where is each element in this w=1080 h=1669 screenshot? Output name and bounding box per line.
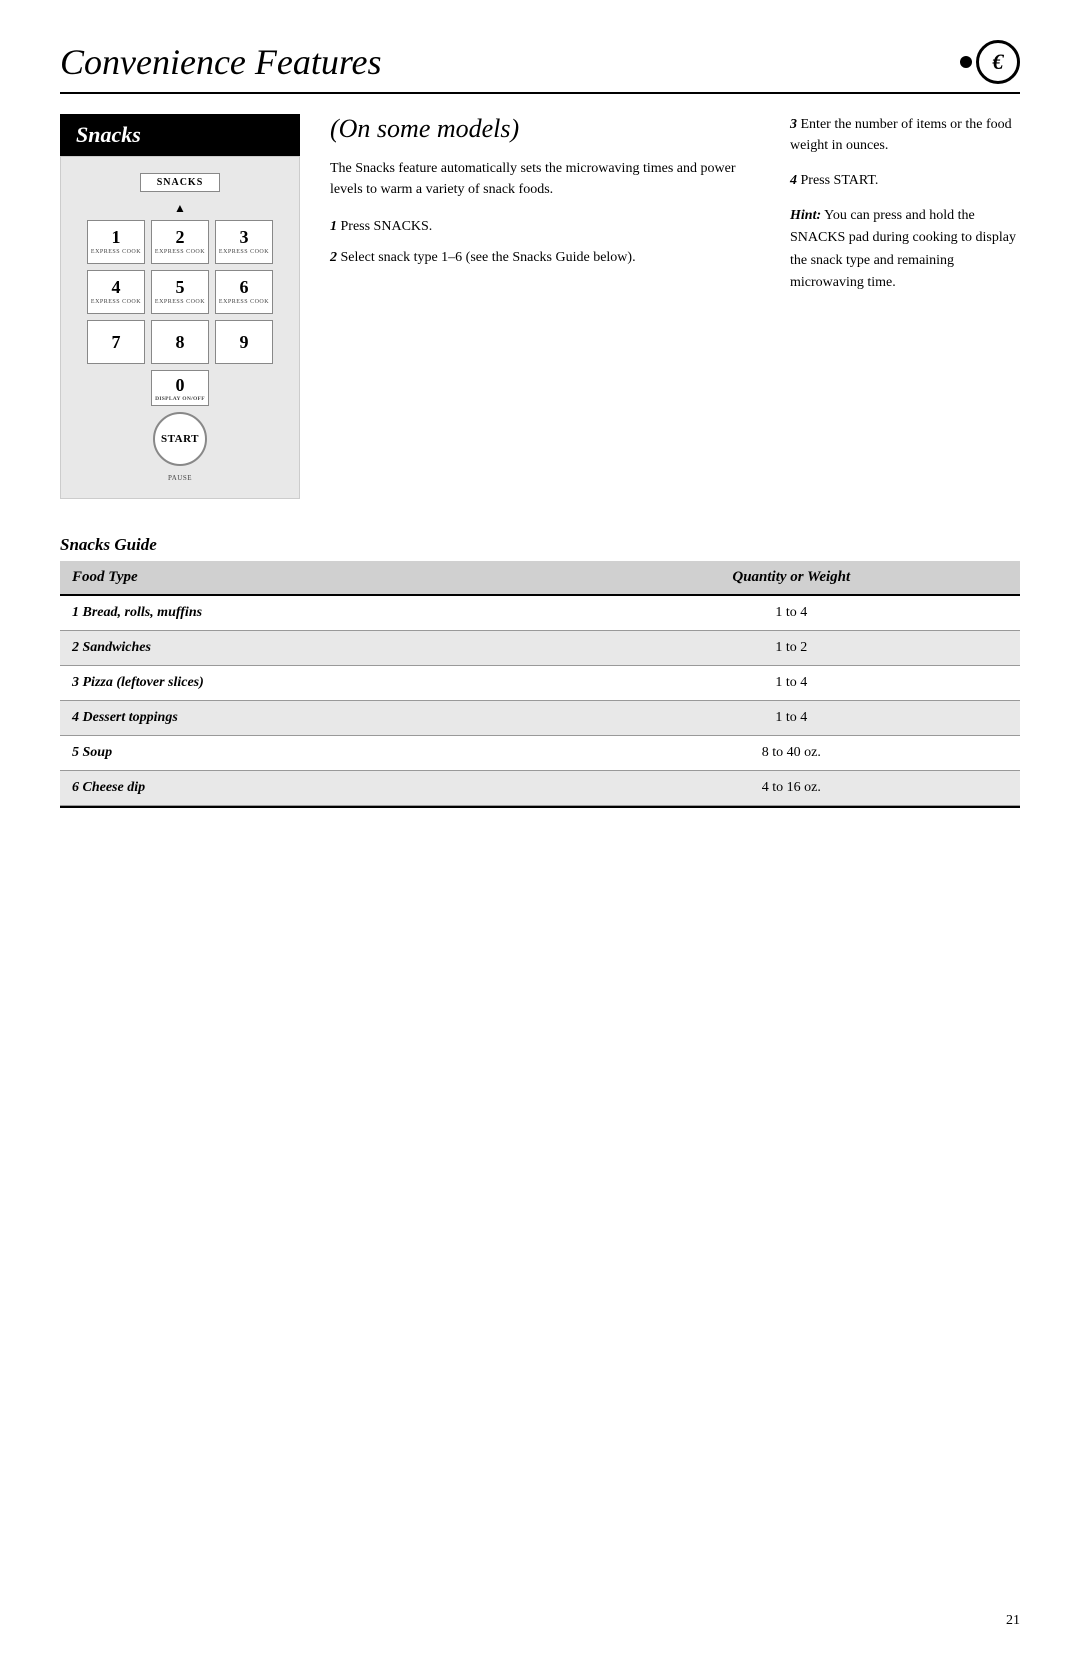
key-3[interactable]: 3 EXPRESS COOK [215,220,273,264]
key-6[interactable]: 6 EXPRESS COOK [215,270,273,314]
table-header-row: Food Type Quantity or Weight [60,561,1020,595]
key-5-num: 5 [176,278,185,298]
snacks-table: Food Type Quantity or Weight 1 Bread, ro… [60,561,1020,806]
keypad-diagram: SNACKS ▲ 1 EXPRESS COOK 2 EXPRESS COOK 3 [60,156,300,499]
step-2-num: 2 [330,250,337,265]
up-arrow-icon: ▲ [174,202,186,214]
arrow-icon: € [976,40,1020,84]
step-3-text: Enter the number of items or the food we… [790,117,1012,153]
left-panel: Snacks SNACKS ▲ 1 EXPRESS COOK 2 EXPRESS… [60,114,300,499]
section-title: Snacks [60,114,300,156]
quantity-cell: 1 to 4 [563,595,1020,631]
quantity-cell: 1 to 4 [563,666,1020,701]
step-4-num: 4 [790,173,797,188]
step-4-text: Press START. [801,173,879,188]
bullet-icon [960,56,972,68]
right-column: 3 Enter the number of items or the food … [790,114,1020,499]
intro-text: The Snacks feature automatically sets th… [330,158,760,200]
key-5[interactable]: 5 EXPRESS COOK [151,270,209,314]
food-type-cell: 1 Bread, rolls, muffins [60,595,563,631]
table-row: 5 Soup8 to 40 oz. [60,736,1020,771]
key-8[interactable]: 8 [151,320,209,364]
quantity-cell: 1 to 4 [563,701,1020,736]
step-2: 2 Select snack type 1–6 (see the Snacks … [330,247,760,268]
keypad-row-2: 4 EXPRESS COOK 5 EXPRESS COOK 6 EXPRESS … [87,270,273,314]
quantity-cell: 8 to 40 oz. [563,736,1020,771]
step-3: 3 Enter the number of items or the food … [790,114,1020,156]
col-quantity: Quantity or Weight [563,561,1020,595]
key-0-num: 0 [176,375,185,396]
hint-text: You can press and hold the SNACKS pad du… [790,208,1016,290]
key-5-label: EXPRESS COOK [155,299,205,306]
snacks-guide-section: Snacks Guide Food Type Quantity or Weigh… [60,535,1020,808]
key-1[interactable]: 1 EXPRESS COOK [87,220,145,264]
key-3-label: EXPRESS COOK [219,249,269,256]
col-food-type: Food Type [60,561,563,595]
table-row: 4 Dessert toppings1 to 4 [60,701,1020,736]
start-label: START [161,433,199,445]
key-9[interactable]: 9 [215,320,273,364]
header-icon-group: € [960,40,1020,84]
step-1-num: 1 [330,219,337,234]
table-row: 3 Pizza (leftover slices)1 to 4 [60,666,1020,701]
page-title: Convenience Features [60,41,382,83]
main-content: Snacks SNACKS ▲ 1 EXPRESS COOK 2 EXPRESS… [60,114,1020,499]
snacks-guide-title: Snacks Guide [60,535,1020,555]
key-0[interactable]: 0 DISPLAY ON/OFF [151,370,209,406]
food-type-cell: 5 Soup [60,736,563,771]
food-type-cell: 2 Sandwiches [60,631,563,666]
key-2-label: EXPRESS COOK [155,249,205,256]
keypad-row-4: 0 DISPLAY ON/OFF [151,370,209,406]
step-1: 1 Press SNACKS. [330,216,760,237]
table-row: 6 Cheese dip4 to 16 oz. [60,771,1020,806]
page-header: Convenience Features € [60,40,1020,94]
table-row: 1 Bread, rolls, muffins1 to 4 [60,595,1020,631]
instructions-column: (On some models) The Snacks feature auto… [330,114,760,499]
quantity-cell: 1 to 2 [563,631,1020,666]
key-7[interactable]: 7 [87,320,145,364]
hint-label: Hint: [790,208,821,223]
food-type-cell: 6 Cheese dip [60,771,563,806]
food-type-cell: 4 Dessert toppings [60,701,563,736]
display-on-off-label: DISPLAY ON/OFF [155,396,205,402]
keypad-row-1: 1 EXPRESS COOK 2 EXPRESS COOK 3 EXPRESS … [87,220,273,264]
table-bottom-border [60,806,1020,808]
pause-label: PAUSE [168,474,192,482]
quantity-cell: 4 to 16 oz. [563,771,1020,806]
step-1-text: Press SNACKS. [341,219,433,234]
key-6-num: 6 [240,278,249,298]
key-4-label: EXPRESS COOK [91,299,141,306]
key-4-num: 4 [112,278,121,298]
key-4[interactable]: 4 EXPRESS COOK [87,270,145,314]
step-3-num: 3 [790,117,797,132]
page-number: 21 [1006,1613,1020,1629]
key-1-num: 1 [112,228,121,248]
food-type-cell: 3 Pizza (leftover slices) [60,666,563,701]
right-content: (On some models) The Snacks feature auto… [300,114,1020,499]
key-1-label: EXPRESS COOK [91,249,141,256]
key-3-num: 3 [240,228,249,248]
key-2-num: 2 [176,228,185,248]
snacks-label: SNACKS [140,173,221,192]
step-2-text: Select snack type 1–6 (see the Snacks Gu… [341,250,636,265]
keypad-row-3: 7 8 9 [87,320,273,364]
table-row: 2 Sandwiches1 to 2 [60,631,1020,666]
start-button[interactable]: START [153,412,207,466]
key-2[interactable]: 2 EXPRESS COOK [151,220,209,264]
key-6-label: EXPRESS COOK [219,299,269,306]
keypad-row-start: START [153,412,207,466]
step-4: 4 Press START. [790,170,1020,191]
subtitle: (On some models) [330,114,760,144]
hint-block: Hint: You can press and hold the SNACKS … [790,205,1020,295]
